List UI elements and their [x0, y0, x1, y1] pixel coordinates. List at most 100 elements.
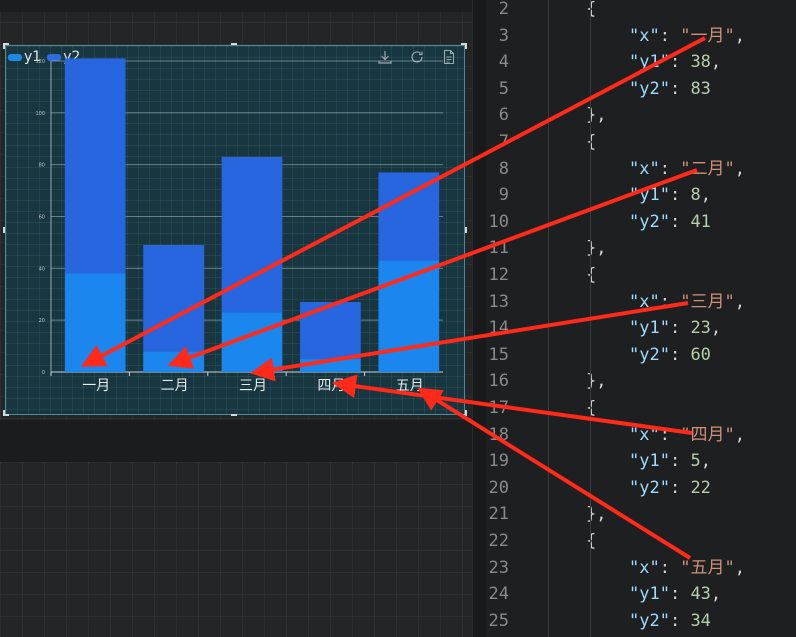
resize-handle-tl-v[interactable] — [3, 43, 5, 49]
x-tick-label: 二月 — [161, 378, 189, 394]
code-token: "y1" — [629, 451, 670, 472]
y-tick-label: 40 — [39, 266, 45, 272]
code-token: : — [669, 477, 691, 498]
designer-canvas[interactable]: y1 y2 0 20 40 60 80 100 120 一月 二月 三月 四月 五月 — [0, 0, 472, 637]
code-token: { — [586, 0, 597, 19]
code-text: { — [586, 528, 596, 554]
line-number: 6 — [498, 105, 509, 126]
y-tick-label: 100 — [35, 111, 45, 117]
code-line[interactable]: 20 "y2": 22 — [486, 475, 796, 501]
panel-divider[interactable] — [472, 0, 487, 637]
code-line[interactable]: 25 "y2": 34 — [486, 608, 796, 634]
code-token: 43 — [690, 584, 711, 605]
code-token: 38 — [690, 52, 711, 73]
code-token: "y2" — [629, 477, 670, 498]
code-token: 34 — [690, 610, 711, 631]
code-token: : — [659, 25, 681, 46]
code-line[interactable]: 10 "y2": 41 — [486, 209, 796, 235]
resize-handle-top[interactable] — [231, 43, 237, 45]
line-number: 23 — [488, 557, 509, 578]
line-number: 13 — [488, 291, 509, 312]
line-number: 22 — [488, 531, 509, 551]
code-text: "x": "二月", — [629, 156, 745, 182]
resize-handle-br-v[interactable] — [465, 410, 467, 416]
code-token: 23 — [690, 318, 711, 339]
code-line[interactable]: 21}, — [486, 501, 796, 527]
code-token: , — [710, 318, 722, 339]
code-line[interactable]: 11}, — [486, 235, 796, 261]
code-token: "y2" — [629, 610, 670, 631]
line-number: 11 — [488, 238, 509, 259]
code-token: "二月" — [680, 158, 735, 179]
code-line[interactable]: 19 "y1": 5, — [486, 448, 796, 474]
code-line[interactable]: 15 "y2": 60 — [486, 342, 796, 368]
bar-y1-3 — [221, 312, 283, 372]
line-number: 12 — [488, 265, 509, 285]
json-code-editor[interactable]: 2{3 "x": "一月", 4 "y1": 38, 5 "y2": 83 6}, 7{8 "x… — [486, 0, 796, 637]
line-number: 15 — [488, 344, 509, 365]
code-text: "y2": 60 — [629, 342, 711, 368]
code-token: : — [669, 610, 691, 631]
code-text: "y1": 23, — [629, 315, 721, 341]
line-number: 18 — [488, 424, 509, 445]
code-token: : — [669, 451, 691, 472]
code-token: : — [669, 52, 691, 73]
code-token: , — [734, 424, 745, 445]
code-line[interactable]: 5 "y2": 83 — [486, 76, 796, 102]
code-line[interactable]: 2{ — [486, 0, 796, 22]
code-line[interactable]: 7{ — [486, 129, 796, 155]
line-number: 17 — [488, 398, 509, 418]
y-tick-label: 120 — [35, 59, 45, 65]
code-token: "x" — [629, 424, 660, 445]
code-text: "y2": 34 — [629, 608, 711, 634]
code-line[interactable]: 16}, — [486, 368, 796, 394]
code-token: 8 — [690, 185, 701, 206]
code-token: "y1" — [629, 185, 670, 206]
resize-handle-right[interactable] — [465, 227, 467, 233]
y-tick-label: 0 — [42, 370, 45, 376]
code-token: : — [669, 185, 691, 206]
indent-guide — [548, 0, 549, 637]
code-token: 41 — [690, 211, 711, 232]
code-line[interactable]: 4 "y1": 38, — [486, 49, 796, 75]
code-token: : — [669, 344, 691, 365]
y-tick-label: 60 — [39, 215, 45, 221]
code-line[interactable]: 12 { — [486, 262, 796, 288]
resize-handle-bottom[interactable] — [231, 414, 237, 416]
code-line[interactable]: 22 { — [486, 528, 796, 554]
code-token: "y1" — [629, 318, 670, 339]
line-number: 10 — [488, 211, 509, 232]
code-line[interactable]: 23 "x": "五月", — [486, 555, 796, 581]
code-token: : — [669, 584, 691, 605]
resize-handle-tr-v[interactable] — [465, 43, 467, 49]
code-token: , — [734, 291, 745, 312]
line-number: 4 — [498, 52, 509, 73]
code-token: "y2" — [629, 344, 670, 365]
bar-y2-3 — [221, 156, 283, 313]
code-token: "y1" — [629, 584, 670, 605]
code-token: "五月" — [680, 557, 735, 578]
code-line[interactable]: 9 "y1": 8, — [486, 182, 796, 208]
code-line[interactable]: 24 "y1": 43, — [486, 581, 796, 607]
code-text: "x": "五月", — [629, 555, 745, 581]
code-line[interactable]: 6}, — [486, 102, 796, 128]
code-text: "y2": 41 — [629, 209, 711, 235]
code-line[interactable]: 3 "x": "一月", — [486, 23, 796, 49]
resize-handle-bl-v[interactable] — [3, 410, 5, 416]
line-number: 24 — [488, 584, 509, 605]
code-token: : — [659, 158, 681, 179]
bar-y1-2 — [143, 351, 204, 372]
code-token: : — [659, 291, 681, 312]
code-line[interactable]: 13 "x": "三月", — [486, 289, 796, 315]
code-token: "四月" — [680, 424, 735, 445]
code-text: "x": "三月", — [629, 289, 745, 315]
code-line[interactable]: 18 "x": "四月", — [486, 422, 796, 448]
chart-widget[interactable]: y1 y2 0 20 40 60 80 100 120 一月 二月 三月 四月 五月 — [5, 45, 465, 415]
code-line[interactable]: 17 { — [486, 395, 796, 421]
code-line[interactable]: 8 "x": "二月", — [486, 156, 796, 182]
code-line[interactable]: 14 "y1": 23, — [486, 315, 796, 341]
code-token: "y1" — [629, 52, 670, 73]
code-token: , — [700, 451, 711, 472]
line-number: 5 — [498, 78, 509, 99]
resize-handle-left[interactable] — [3, 227, 5, 233]
